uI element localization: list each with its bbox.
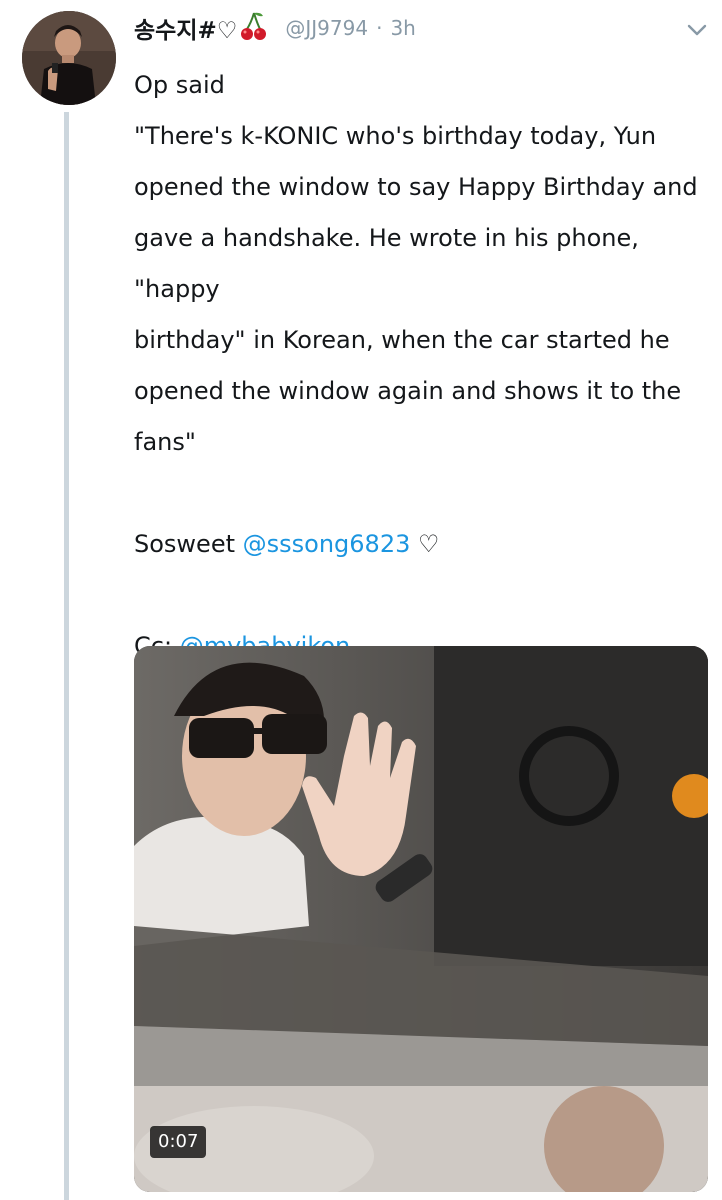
mention-link[interactable]: @sssong6823 [243, 530, 411, 558]
thread-line [64, 112, 69, 1200]
sweet-line: Sosweet @sssong6823 ♡ [134, 519, 709, 570]
cherry-icon [241, 11, 267, 45]
tweet-header: 송수지#♡ @JJ9794 · 3h [134, 8, 416, 48]
tweet-text: Op said "There's k-KONIC who's birthday … [134, 60, 709, 672]
avatar[interactable] [22, 11, 116, 105]
chevron-down-icon[interactable] [686, 22, 708, 38]
text-line: opened the window to say Happy Birthday … [134, 173, 698, 201]
video-player[interactable]: 0:07 [134, 646, 708, 1192]
video-duration-badge: 0:07 [150, 1126, 207, 1158]
sweet-prefix: Sosweet [134, 530, 235, 558]
handle[interactable]: @JJ9794 [285, 16, 368, 40]
text-line: gave a handshake. He wrote in his phone,… [134, 224, 639, 303]
display-name[interactable]: 송수지#♡ [134, 11, 237, 45]
video-thumbnail [134, 646, 708, 1192]
avatar-image [22, 11, 116, 105]
text-line: fans" [134, 428, 196, 456]
text-line: birthday" in Korean, when the car starte… [134, 326, 670, 354]
timestamp[interactable]: 3h [390, 16, 415, 40]
text-line: Op said [134, 71, 225, 99]
separator-dot: · [376, 16, 383, 40]
text-line: opened the window again and shows it to … [134, 377, 682, 405]
heart-icon: ♡ [418, 530, 440, 558]
text-line: "There's k-KONIC who's birthday today, Y… [134, 122, 657, 150]
